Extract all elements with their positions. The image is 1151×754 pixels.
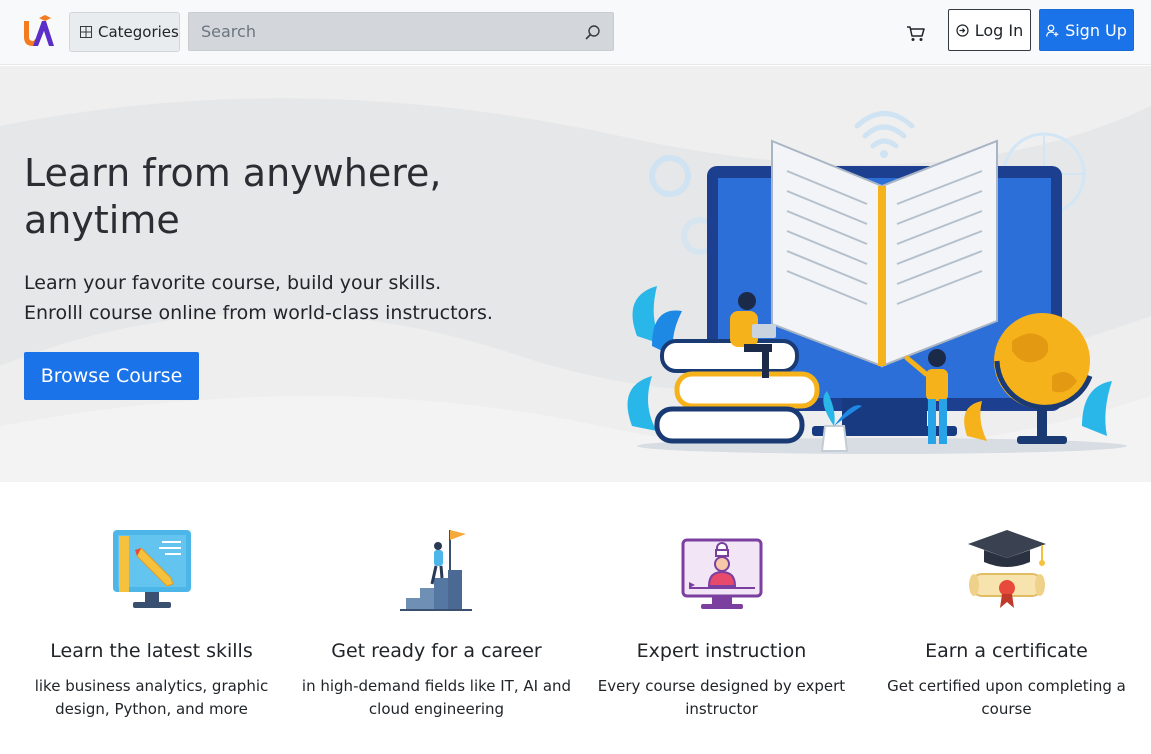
feature-expert-instruction: Expert instruction Every course designed… (579, 526, 864, 718)
signup-label: Sign Up (1065, 20, 1127, 40)
graduation-cap-diploma-icon (967, 530, 1046, 608)
hero-subtitle-line1: Learn your favorite course, build your s… (24, 272, 442, 294)
feature-latest-skills: Learn the latest skills like business an… (9, 526, 294, 718)
person-plus-icon (1046, 24, 1059, 37)
feature-description-line2: design, Python, and more (55, 700, 248, 718)
hero-subtitle: Learn your favorite course, build your s… (24, 268, 604, 328)
feature-title: Learn the latest skills (50, 640, 253, 662)
grid-icon (80, 26, 92, 38)
open-book-learning-illustration (627, 111, 1127, 454)
feature-description: Get certified upon completing a course (864, 675, 1149, 721)
login-label: Log In (974, 20, 1024, 40)
monitor-pencil-icon (112, 530, 191, 608)
video-instructor-icon (681, 538, 762, 609)
categories-button[interactable]: Categories (69, 12, 180, 52)
feature-description-line2: course (981, 700, 1032, 718)
search-input[interactable] (189, 13, 613, 50)
login-button[interactable]: Log In (948, 9, 1031, 51)
feature-description-line1: Get certified upon completing a (887, 677, 1126, 695)
search-icon[interactable] (585, 24, 601, 40)
hero-section: Learn from anywhere, anytime Learn your … (0, 66, 1151, 482)
feature-title: Earn a certificate (925, 640, 1088, 662)
hero-subtitle-line2: Enrolll course online from world-class i… (24, 302, 493, 324)
feature-description-line1: like business analytics, graphic (34, 677, 269, 695)
feature-title: Get ready for a career (331, 640, 542, 662)
feature-description-line2: instructor (685, 700, 758, 718)
login-arrow-icon (956, 23, 969, 37)
feature-career: Get ready for a career in high-demand fi… (294, 526, 579, 718)
feature-description: like business analytics, graphic design,… (9, 675, 294, 721)
hero-title-line1: Learn from anywhere, (24, 151, 442, 195)
search-bar (188, 12, 614, 51)
feature-certificate: Earn a certificate Get certified upon co… (864, 526, 1149, 718)
hero-title-line2: anytime (24, 198, 180, 242)
signup-button[interactable]: Sign Up (1039, 9, 1134, 51)
feature-description: in high-demand fields like IT, AI and cl… (294, 675, 579, 721)
top-navbar: Categories Log In Sign Up (0, 0, 1151, 65)
feature-description: Every course designed by expert instruct… (579, 675, 864, 721)
hero-title: Learn from anywhere, anytime (24, 150, 584, 244)
feature-description-line2: cloud engineering (368, 700, 505, 718)
career-steps-flag-icon (399, 530, 472, 611)
feature-description-line1: Every course designed by expert (597, 677, 846, 695)
feature-title: Expert instruction (636, 640, 807, 662)
browse-course-button[interactable]: Browse Course (24, 352, 199, 400)
feature-description-line1: in high-demand fields like IT, AI and (301, 677, 572, 695)
cart-icon[interactable] (906, 25, 925, 42)
categories-label: Categories (98, 23, 179, 41)
ua-logo[interactable] (22, 15, 54, 49)
